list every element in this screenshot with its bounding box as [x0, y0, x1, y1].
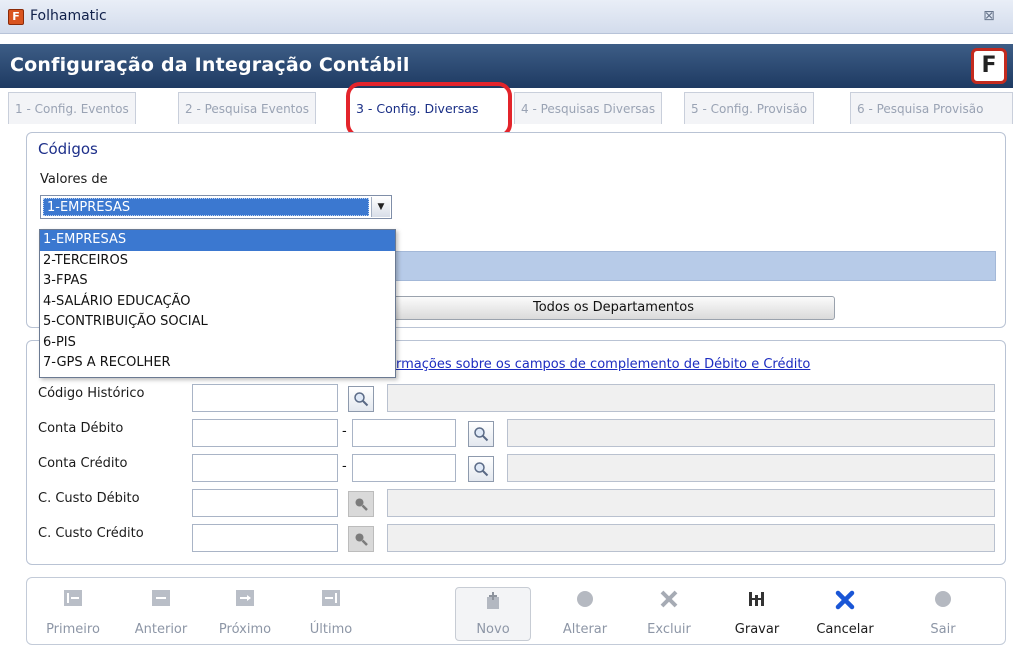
last-record-icon — [322, 590, 340, 606]
conta-credito-dash: - — [342, 459, 347, 474]
conta-credito-label: Conta Crédito — [38, 456, 128, 471]
info-complemento-link[interactable]: rmações sobre os campos de complemento d… — [396, 357, 810, 372]
window-title: Folhamatic — [30, 8, 107, 24]
codigo-historico-input[interactable] — [192, 384, 338, 412]
tab-config-provisao[interactable]: 5 - Config. Provisão — [684, 92, 815, 124]
conta-debito-digit-input[interactable] — [352, 419, 456, 447]
c-custo-debito-description — [387, 489, 995, 517]
gravar-label: Gravar — [734, 622, 780, 637]
page-header: Configuração da Integração Contábil F — [0, 44, 1013, 88]
sair-button[interactable]: Sair — [905, 578, 981, 644]
dropdown-option-pis[interactable]: 6-PIS — [40, 333, 395, 354]
exit-icon — [935, 591, 951, 607]
conta-debito-dash: - — [342, 424, 347, 439]
brand-logo-icon: F — [971, 48, 1007, 84]
primeiro-label: Primeiro — [46, 622, 100, 637]
excluir-label: Excluir — [647, 622, 691, 637]
dropdown-option-contribuicao-social[interactable]: 5-CONTRIBUIÇÃO SOCIAL — [40, 312, 395, 333]
c-custo-credito-label: C. Custo Crédito — [38, 526, 144, 541]
dropdown-option-fpas[interactable]: 3-FPAS — [40, 271, 395, 292]
new-record-icon — [487, 592, 499, 609]
conta-debito-label: Conta Débito — [38, 421, 124, 436]
search-icon[interactable] — [468, 456, 494, 482]
dropdown-option-gps-a-recolher[interactable]: 7-GPS A RECOLHER — [40, 353, 395, 374]
search-icon[interactable] — [348, 386, 374, 412]
conta-debito-description — [507, 419, 995, 447]
anterior-button[interactable]: Anterior — [123, 578, 199, 644]
app-icon: F — [8, 9, 24, 25]
delete-icon — [660, 590, 678, 608]
cancelar-button[interactable]: Cancelar — [807, 578, 883, 644]
codigo-historico-description — [387, 384, 995, 412]
tab-pesquisa-eventos[interactable]: 2 - Pesquisa Eventos — [178, 92, 316, 124]
c-custo-credito-input[interactable] — [192, 524, 338, 552]
tab-config-eventos[interactable]: 1 - Config. Eventos — [8, 92, 136, 124]
conta-credito-input[interactable] — [192, 454, 338, 482]
tab-pesquisas-diversas[interactable]: 4 - Pesquisas Diversas — [514, 92, 663, 124]
c-custo-debito-label: C. Custo Débito — [38, 491, 140, 506]
alterar-button[interactable]: Alterar — [547, 578, 623, 644]
valores-select-value: 1-EMPRESAS — [43, 198, 369, 216]
tab-config-diversas[interactable]: 3 - Config. Diversas — [350, 93, 485, 125]
codigo-historico-label: Código Histórico — [38, 386, 145, 401]
page-title: Configuração da Integração Contábil — [10, 54, 410, 76]
dropdown-option-salario-educacao[interactable]: 4-SALÁRIO EDUCAÇÃO — [40, 292, 395, 313]
proximo-label: Próximo — [218, 622, 272, 637]
conta-credito-description — [507, 454, 995, 482]
tab-pesquisa-provisao[interactable]: 6 - Pesquisa Provisão — [850, 92, 1013, 124]
conta-debito-input[interactable] — [192, 419, 338, 447]
c-custo-credito-description — [387, 524, 995, 552]
valores-label: Valores de — [40, 172, 108, 187]
ultimo-label: Último — [309, 622, 353, 637]
codigos-group-title: Códigos — [38, 140, 98, 158]
search-icon[interactable] — [468, 421, 494, 447]
cancel-icon — [835, 590, 855, 610]
c-custo-debito-input[interactable] — [192, 489, 338, 517]
dropdown-option-terceiros[interactable]: 2-TERCEIROS — [40, 251, 395, 272]
novo-label: Novo — [476, 622, 510, 637]
conta-credito-digit-input[interactable] — [352, 454, 456, 482]
primeiro-button[interactable]: Primeiro — [35, 578, 111, 644]
cancelar-label: Cancelar — [816, 622, 874, 637]
valores-select[interactable]: 1-EMPRESAS ▼ — [40, 195, 392, 219]
todos-departamentos-button[interactable]: Todos os Departamentos — [392, 296, 835, 320]
first-record-icon — [64, 590, 82, 606]
save-icon — [749, 592, 764, 606]
selection-bar — [392, 251, 996, 281]
sair-label: Sair — [930, 622, 956, 637]
excluir-button[interactable]: Excluir — [631, 578, 707, 644]
search-icon[interactable] — [348, 526, 374, 552]
window-titlebar: F Folhamatic ⊠ — [0, 0, 1013, 34]
tab-strip: 1 - Config. Eventos 2 - Pesquisa Eventos… — [0, 92, 1013, 128]
close-icon[interactable]: ⊠ — [979, 6, 999, 26]
anterior-label: Anterior — [134, 622, 188, 637]
next-record-icon — [236, 590, 254, 606]
search-icon[interactable] — [348, 491, 374, 517]
proximo-button[interactable]: Próximo — [207, 578, 283, 644]
ultimo-button[interactable]: Último — [293, 578, 369, 644]
record-toolbar: Primeiro Anterior Próximo Último Novo Al… — [26, 577, 1006, 645]
chevron-down-icon[interactable]: ▼ — [371, 197, 390, 217]
dropdown-option-empresas[interactable]: 1-EMPRESAS — [40, 230, 395, 251]
alterar-label: Alterar — [562, 622, 608, 637]
previous-record-icon — [152, 590, 170, 606]
edit-record-icon — [577, 591, 593, 607]
gravar-button[interactable]: Gravar — [719, 578, 795, 644]
novo-button[interactable]: Novo — [455, 587, 531, 641]
valores-dropdown-list[interactable]: 1-EMPRESAS 2-TERCEIROS 3-FPAS 4-SALÁRIO … — [39, 229, 396, 378]
